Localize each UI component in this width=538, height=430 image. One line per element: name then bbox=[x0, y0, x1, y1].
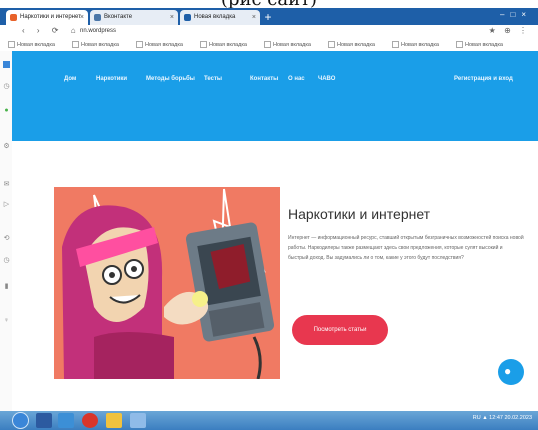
play-icon[interactable]: ▷ bbox=[3, 201, 10, 208]
browser-window: Наркотики и интернет × Вконтакте × Новая… bbox=[0, 8, 538, 411]
explorer-icon[interactable] bbox=[36, 413, 52, 428]
system-tray[interactable]: RU ▲ 12:47 20.02.2023 bbox=[473, 415, 532, 421]
tab-new[interactable]: Новая вкладка × bbox=[180, 10, 260, 25]
nav-register-login[interactable]: Регистрация и вход bbox=[454, 76, 513, 82]
main-content: Наркотики и интернет Интернет — информац… bbox=[12, 141, 538, 411]
home-icon[interactable] bbox=[3, 61, 10, 68]
windows-taskbar: RU ▲ 12:47 20.02.2023 bbox=[0, 411, 538, 430]
clock-icon[interactable]: ◷ bbox=[3, 83, 10, 90]
chat-button[interactable]: ● bbox=[498, 359, 524, 385]
nav-home[interactable]: Дом bbox=[64, 76, 76, 82]
app-icon[interactable] bbox=[58, 413, 74, 428]
history-icon[interactable]: ⟲ bbox=[3, 235, 10, 242]
nav-contacts[interactable]: Контакты bbox=[250, 76, 278, 82]
nav-narkotiki[interactable]: Наркотики bbox=[96, 76, 127, 82]
bookmark-item[interactable]: Новая вкладка bbox=[72, 41, 119, 48]
browser-icon[interactable] bbox=[130, 413, 146, 428]
tab-vk[interactable]: Вконтакте × bbox=[90, 10, 178, 25]
tab-label: Новая вкладка bbox=[194, 14, 236, 20]
start-button[interactable] bbox=[12, 412, 29, 429]
bookmark-item[interactable]: Новая вкладка bbox=[392, 41, 439, 48]
leaf-icon[interactable]: ● bbox=[3, 107, 10, 114]
trash-icon[interactable]: ▮ bbox=[3, 283, 10, 290]
nav-buttons[interactable]: ‹ › ⟳ ⌂ bbox=[22, 26, 81, 35]
cartoon-person-computer bbox=[62, 188, 275, 379]
read-articles-button[interactable]: Посмотреть статьи bbox=[292, 315, 388, 345]
close-icon[interactable]: × bbox=[80, 10, 84, 25]
page-title: Наркотики и интернет bbox=[288, 206, 431, 222]
tab-label: Наркотики и интернет bbox=[20, 14, 81, 20]
bookmark-item[interactable]: Новая вкладка bbox=[264, 41, 311, 48]
clock-icon[interactable]: ◷ bbox=[3, 257, 10, 264]
intro-paragraph: Интернет — информационный ресурс, ставши… bbox=[288, 235, 524, 261]
mail-icon[interactable]: ✉ bbox=[3, 181, 10, 188]
site-header: Дом Наркотики Методы борьбы Тесты Контак… bbox=[12, 51, 538, 141]
tab-label: Вконтакте bbox=[104, 14, 133, 20]
bookmark-item[interactable]: Новая вкладка bbox=[136, 41, 183, 48]
top-caption: (рис сайт) bbox=[0, 0, 538, 9]
new-tab-button[interactable]: + bbox=[262, 11, 274, 23]
hero-illustration bbox=[54, 187, 280, 379]
url-field[interactable]: nn.wordpress bbox=[80, 28, 116, 34]
opera-icon[interactable] bbox=[82, 413, 98, 428]
window-controls[interactable]: –□× bbox=[500, 10, 532, 19]
nav-tests[interactable]: Тесты bbox=[204, 76, 222, 82]
nav-faq[interactable]: ЧАВО bbox=[318, 76, 335, 82]
bookmark-item[interactable]: Новая вкладка bbox=[8, 41, 55, 48]
address-bar: ‹ › ⟳ ⌂ nn.wordpress ★ ⊕ ⋮ bbox=[0, 25, 538, 40]
toolbar-icons[interactable]: ★ ⊕ ⋮ bbox=[489, 26, 530, 35]
tab-bar: Наркотики и интернет × Вконтакте × Новая… bbox=[0, 8, 538, 25]
bookmark-item[interactable]: Новая вкладка bbox=[456, 41, 503, 48]
chat-icon: ● bbox=[504, 364, 512, 378]
bookmark-item[interactable]: Новая вкладка bbox=[200, 41, 247, 48]
favicon-icon bbox=[184, 14, 191, 21]
favicon-icon bbox=[10, 14, 17, 21]
nav-about[interactable]: О нас bbox=[288, 76, 305, 82]
close-icon[interactable]: × bbox=[170, 10, 174, 25]
bookmark-item[interactable]: Новая вкладка bbox=[328, 41, 375, 48]
tab-narkotiki[interactable]: Наркотики и интернет × bbox=[6, 10, 88, 25]
favicon-icon bbox=[94, 14, 101, 21]
pin-icon[interactable]: ♀ bbox=[3, 317, 10, 324]
close-icon[interactable]: × bbox=[252, 10, 256, 25]
nav-methods[interactable]: Методы борьбы bbox=[146, 76, 195, 82]
settings-icon[interactable]: ⚙ bbox=[3, 143, 10, 150]
folder-icon[interactable] bbox=[106, 413, 122, 428]
